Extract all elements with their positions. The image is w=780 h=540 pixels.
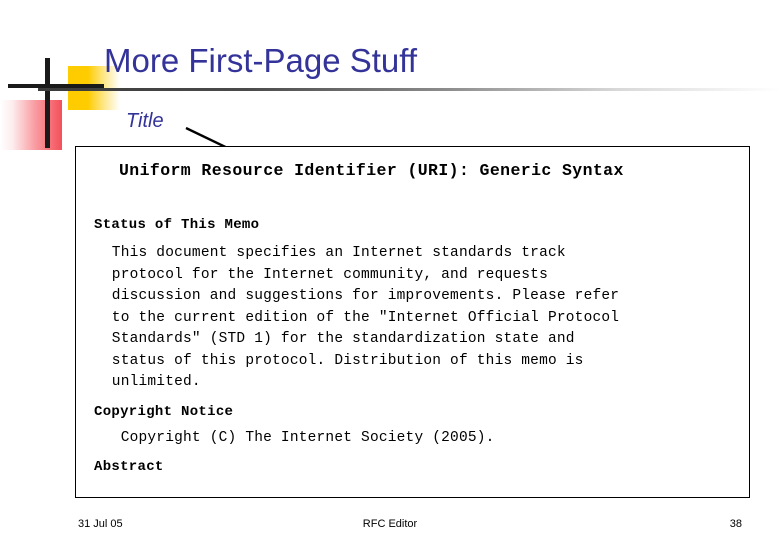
rfc-document-box: Uniform Resource Identifier (URI): Gener… <box>75 146 750 498</box>
vertical-bar-decoration <box>45 58 50 148</box>
section-heading-abstract: Abstract <box>94 459 164 475</box>
section-heading-copyright-notice: Copyright Notice <box>94 404 234 420</box>
slide-footer: 31 Jul 05 RFC Editor 38 <box>0 518 780 538</box>
section-heading-status-of-this-memo: Status of This Memo <box>94 217 260 233</box>
footer-page-number: 38 <box>729 518 742 530</box>
page-title: More First-Page Stuff <box>104 42 418 79</box>
title-annotation-label: Title <box>126 110 164 132</box>
rfc-document-title: Uniform Resource Identifier (URI): Gener… <box>119 161 624 180</box>
footer-center-text: RFC Editor <box>362 518 418 530</box>
red-square-decoration <box>0 100 62 150</box>
title-divider-rule <box>38 88 780 91</box>
section-body-copyright-notice: Copyright (C) The Internet Society (2005… <box>94 430 495 446</box>
section-body-status-of-this-memo: This document specifies an Internet stan… <box>111 245 620 390</box>
